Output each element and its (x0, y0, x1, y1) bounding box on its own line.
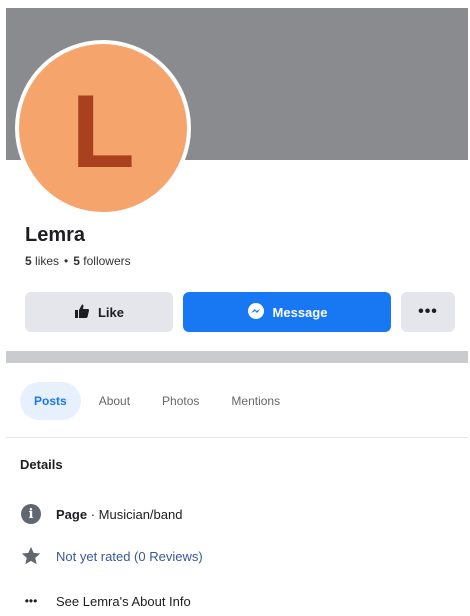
details-heading: Details (20, 457, 63, 472)
stats-separator: • (64, 254, 69, 268)
about-info-link[interactable]: See Lemra's About Info (56, 594, 191, 609)
likes-count: 5 (25, 254, 32, 268)
tab-mentions[interactable]: Mentions (217, 382, 294, 420)
more-dots-icon: ••• (418, 303, 438, 320)
tab-about[interactable]: About (85, 382, 144, 420)
likes-label: likes (35, 254, 60, 268)
like-button[interactable]: Like (25, 292, 173, 332)
like-label: Like (97, 304, 124, 320)
profile-tabs: Posts About Photos Mentions (20, 382, 298, 420)
followers-stat[interactable]: 5 followers (73, 254, 130, 268)
page-category-row: i Page · Musician/band (20, 503, 182, 525)
avatar-letter: L (71, 74, 135, 190)
message-button[interactable]: Message (183, 292, 391, 332)
rating-row[interactable]: Not yet rated (0 Reviews) (20, 545, 203, 567)
followers-count: 5 (73, 254, 80, 268)
page-prefix: Page (56, 506, 88, 522)
page-stats: 5 likes • 5 followers (25, 254, 131, 268)
page-category-text: Page · Musician/band (56, 507, 182, 522)
tab-photos[interactable]: Photos (148, 382, 213, 420)
page-name: Lemra (25, 224, 86, 246)
section-divider (6, 351, 468, 363)
followers-label: followers (83, 254, 131, 268)
tabs-divider (6, 437, 468, 438)
page-category: · Musician/band (87, 506, 183, 522)
rating-link[interactable]: Not yet rated (0 Reviews) (56, 549, 203, 564)
star-icon (20, 545, 42, 567)
more-dots-icon: ••• (24, 594, 38, 608)
message-label: Message (272, 304, 328, 320)
profile-avatar[interactable]: L (15, 40, 191, 216)
tab-posts[interactable]: Posts (20, 382, 81, 420)
info-icon: i (20, 503, 42, 525)
messenger-icon (247, 302, 265, 323)
likes-stat[interactable]: 5 likes (25, 254, 59, 268)
thumbs-up-icon (74, 303, 90, 322)
more-options-button[interactable]: ••• (401, 292, 455, 332)
about-info-row[interactable]: ••• See Lemra's About Info (20, 590, 191, 612)
